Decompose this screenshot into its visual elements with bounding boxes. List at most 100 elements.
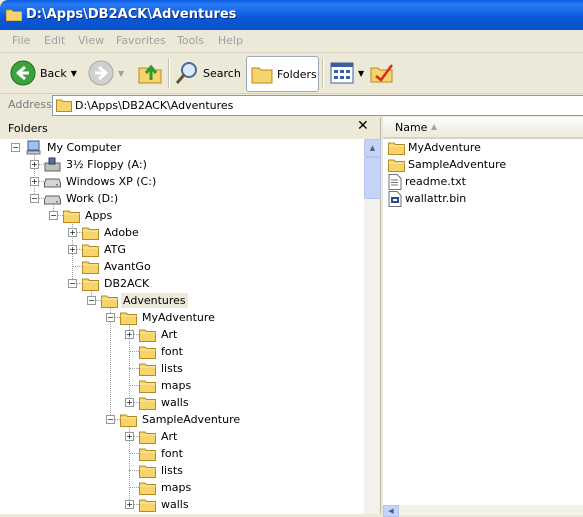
tree-item[interactable]: font — [139, 343, 185, 360]
tree-item[interactable]: SampleAdventure — [120, 411, 242, 428]
tree-item[interactable]: maps — [139, 377, 193, 394]
tree-item[interactable]: font — [139, 445, 185, 462]
tree-item-label: Adobe — [104, 226, 139, 239]
chevron-down-icon[interactable]: ▼ — [118, 69, 124, 78]
tree-item[interactable]: Adobe — [82, 224, 141, 241]
tree-item[interactable]: Windows XP (C:) — [44, 173, 158, 190]
tree-item[interactable]: lists — [139, 462, 185, 479]
chevron-down-icon[interactable]: ▼ — [358, 69, 364, 78]
binary-file-icon — [388, 190, 402, 207]
tree-item-label: walls — [161, 396, 189, 409]
menu-favorites[interactable]: Favorites — [116, 34, 166, 47]
tree-item[interactable]: Art — [139, 428, 179, 445]
up-folder-icon — [138, 64, 162, 84]
collapse-minus-icon[interactable]: − — [106, 415, 115, 424]
expand-plus-icon[interactable]: + — [30, 160, 39, 169]
folder-sync-button[interactable] — [370, 56, 394, 90]
search-icon — [175, 62, 197, 84]
collapse-minus-icon[interactable]: − — [49, 211, 58, 220]
tree-item[interactable]: walls — [139, 394, 191, 411]
folders-button[interactable]: Folders — [246, 56, 319, 92]
tree-item-label: font — [161, 345, 183, 358]
collapse-minus-icon[interactable]: − — [87, 296, 96, 305]
text-file-icon — [388, 173, 402, 190]
tree-item-label: ATG — [104, 243, 126, 256]
folder-icon — [388, 141, 405, 155]
tree-item[interactable]: AvantGo — [82, 258, 153, 275]
expand-plus-icon[interactable]: + — [125, 432, 134, 441]
file-list-item[interactable]: readme.txt — [388, 173, 466, 190]
scroll-up-arrow-icon[interactable]: ▲ — [364, 139, 381, 157]
tree-item-label: Art — [161, 430, 178, 443]
expand-plus-icon[interactable]: + — [68, 245, 77, 254]
collapse-minus-icon[interactable]: − — [11, 143, 20, 152]
scroll-left-arrow-icon[interactable]: ◀ — [383, 505, 399, 517]
tree-item-label: My Computer — [47, 141, 122, 154]
tree-item-label: SampleAdventure — [142, 413, 241, 426]
tree-item[interactable]: Adventures — [101, 292, 188, 309]
scrollbar-thumb[interactable] — [364, 157, 381, 199]
tree-item[interactable]: Work (D:) — [44, 190, 120, 207]
tree-item[interactable]: Art — [139, 326, 179, 343]
file-list-item[interactable]: wallattr.bin — [388, 190, 466, 207]
folders-pane-header: Folders ✕ — [0, 117, 380, 139]
expand-plus-icon[interactable]: + — [125, 398, 134, 407]
menu-help[interactable]: Help — [218, 34, 243, 47]
folder-icon — [139, 345, 156, 359]
collapse-minus-icon[interactable]: − — [106, 313, 115, 322]
tree-item[interactable]: lists — [139, 360, 185, 377]
name-column-header[interactable]: Name ▲ — [383, 117, 583, 139]
up-folder-button[interactable] — [138, 56, 162, 90]
tree-item[interactable]: Apps — [63, 207, 114, 224]
tree-item-label: Windows XP (C:) — [66, 175, 157, 188]
close-icon[interactable]: ✕ — [357, 118, 369, 134]
collapse-minus-icon[interactable]: − — [30, 194, 39, 203]
folder-icon — [139, 328, 156, 342]
file-list-item[interactable]: MyAdventure — [388, 139, 481, 156]
forward-button[interactable]: ▼ — [88, 56, 124, 90]
views-button[interactable]: ▼ — [330, 56, 364, 90]
toolbar-separator — [168, 58, 170, 88]
collapse-minus-icon[interactable]: − — [68, 279, 77, 288]
expand-plus-icon[interactable]: + — [68, 228, 77, 237]
file-list-item[interactable]: SampleAdventure — [388, 156, 506, 173]
name-column-label: Name — [395, 121, 428, 134]
menu-edit[interactable]: Edit — [44, 34, 65, 47]
back-button[interactable]: Back ▼ — [10, 56, 77, 90]
folder-icon — [139, 379, 156, 393]
tree-item-label: Work (D:) — [66, 192, 119, 205]
tree-item[interactable]: walls — [139, 496, 191, 513]
folder-icon — [56, 99, 72, 112]
forward-arrow-icon — [88, 60, 114, 86]
menu-tools[interactable]: Tools — [177, 34, 204, 47]
computer-icon — [25, 140, 42, 156]
search-label: Search — [203, 66, 241, 80]
chevron-down-icon[interactable]: ▼ — [71, 69, 77, 78]
expand-plus-icon[interactable]: + — [125, 500, 134, 509]
tree-item[interactable]: maps — [139, 479, 193, 496]
tree-item-label: AvantGo — [104, 260, 151, 273]
expand-plus-icon[interactable]: + — [30, 177, 39, 186]
tree-item-label: maps — [161, 379, 192, 392]
tree-item[interactable]: ATG — [82, 241, 128, 258]
tree-item[interactable]: My Computer — [25, 139, 123, 156]
address-input[interactable]: D:\Apps\DB2ACK\Adventures — [52, 95, 583, 116]
menu-view[interactable]: View — [78, 34, 104, 47]
expand-plus-icon[interactable]: + — [125, 330, 134, 339]
tree-item-label: MyAdventure — [142, 311, 215, 324]
folder-icon — [139, 498, 156, 512]
tree-item[interactable]: DB2ACK — [82, 275, 151, 292]
floppy-icon — [44, 157, 61, 172]
tree-item[interactable]: MyAdventure — [120, 309, 217, 326]
folder-icon — [388, 158, 405, 172]
title-bar: D:\Apps\DB2ACK\Adventures — [0, 0, 583, 30]
search-button[interactable]: Search — [175, 56, 241, 90]
tree-vertical-scrollbar[interactable]: ▲ — [364, 139, 381, 514]
file-list-item-label: MyAdventure — [408, 141, 481, 154]
tree-item[interactable]: 3½ Floppy (A:) — [44, 156, 149, 173]
drive-icon — [44, 193, 61, 205]
menu-file[interactable]: File — [12, 34, 30, 47]
tree-item-label: maps — [161, 481, 192, 494]
folder-check-icon — [370, 64, 394, 83]
tree-item-label: lists — [161, 362, 183, 375]
